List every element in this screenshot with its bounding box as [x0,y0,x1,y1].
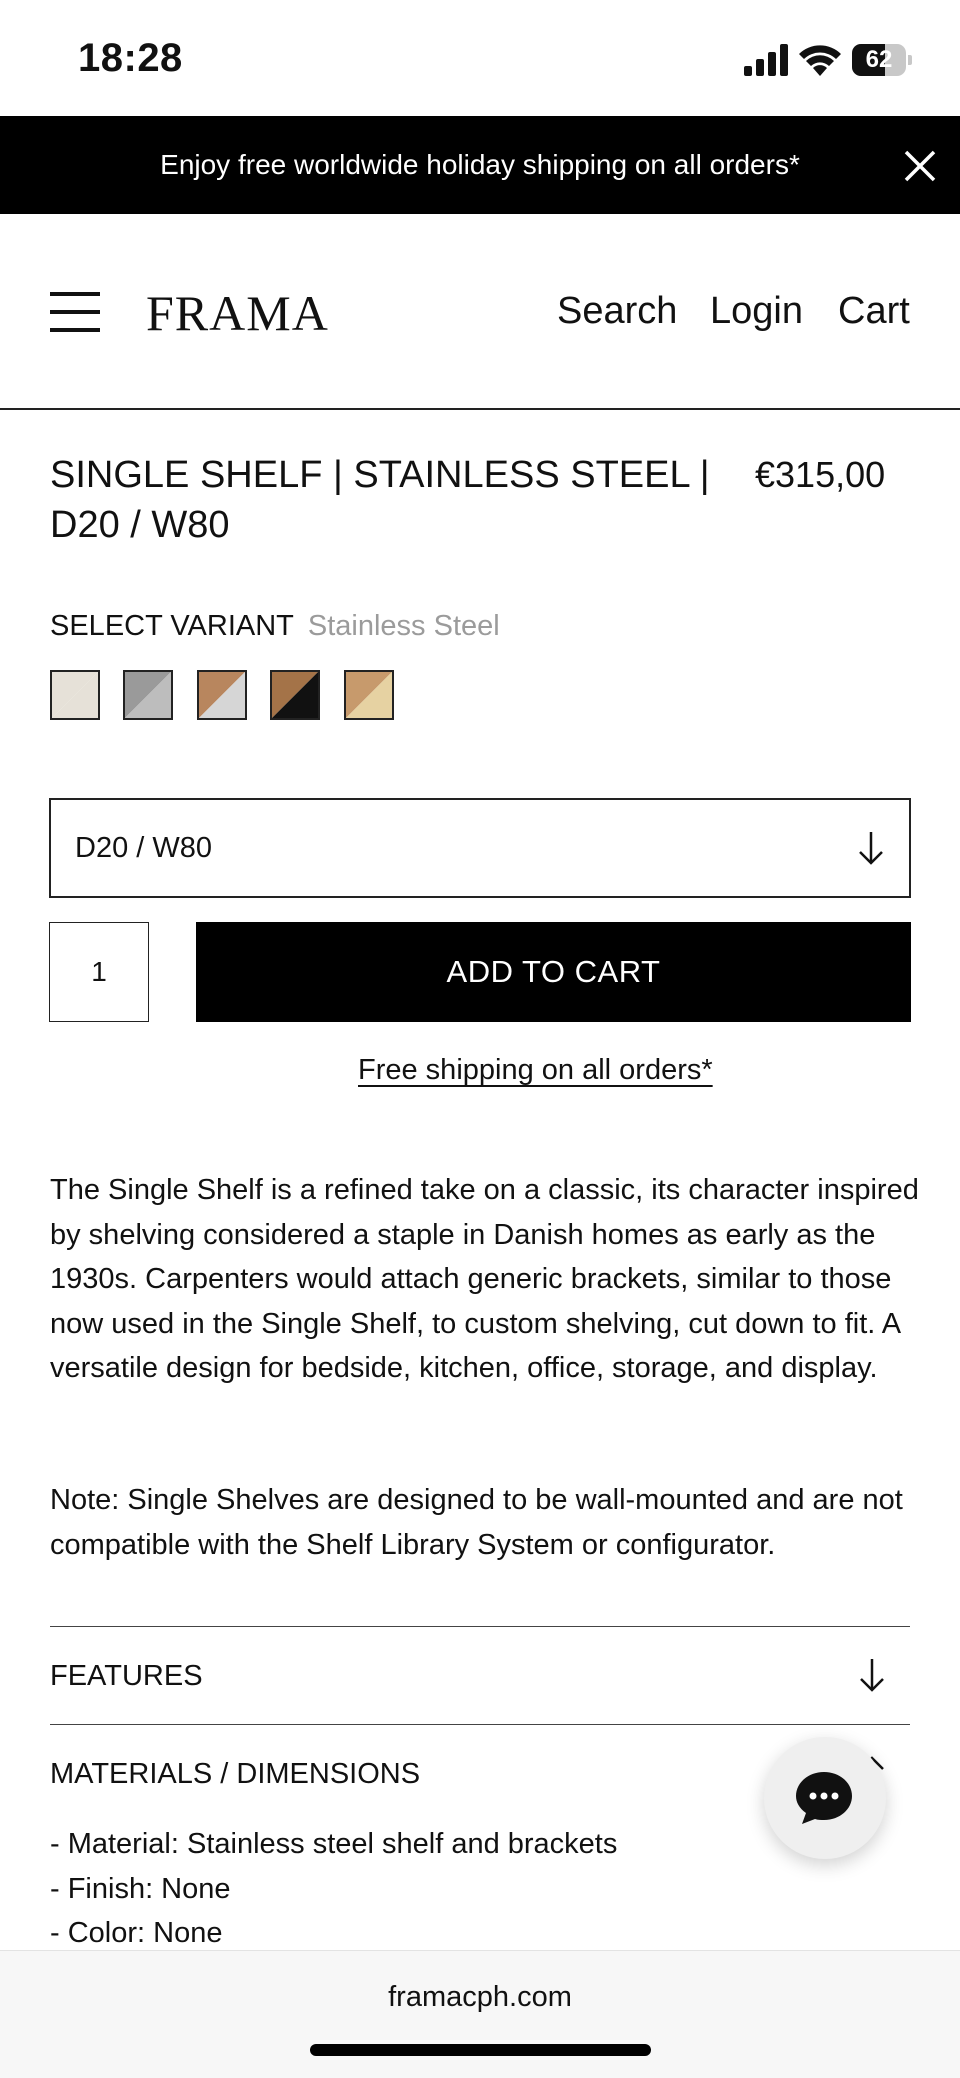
product-title: SINGLE SHELF | STAINLESS STEEL | D20 / W… [50,454,710,546]
promo-banner: Enjoy free worldwide holiday shipping on… [0,116,960,214]
accordion-materials-label: MATERIALS / DIMENSIONS [50,1758,421,1790]
swatch-oak-steel[interactable] [197,670,247,720]
quantity-input[interactable]: 1 [49,922,149,1022]
site-logo[interactable]: FRAMA [146,284,329,342]
battery-percentage: 62 [865,46,893,73]
hamburger-menu-icon[interactable] [50,292,100,332]
chat-button[interactable] [764,1737,886,1859]
arrow-down-icon [859,832,883,865]
site-header: FRAMA Search Login Cart [0,214,960,410]
swatch-light-grey[interactable] [50,670,100,720]
nav-login[interactable]: Login [710,290,803,333]
list-item: - Material: Stainless steel shelf and br… [50,1828,618,1860]
wifi-icon [799,45,841,76]
promo-banner-text: Enjoy free worldwide holiday shipping on… [160,149,800,180]
swatch-oak-black[interactable] [270,670,320,720]
free-shipping-link[interactable]: Free shipping on all orders* [358,1054,713,1087]
accordion-features-label: FEATURES [50,1660,203,1692]
variant-label: SELECT VARIANT [50,610,294,642]
list-item: - Color: None [50,1917,223,1949]
swatch-oak-natural[interactable] [344,670,394,720]
arrow-down-icon [860,1659,884,1692]
variant-selector-label: SELECT VARIANT Stainless Steel [50,610,500,643]
product-price: €315,00 [755,454,886,495]
home-indicator[interactable] [310,2044,651,2056]
variant-value: Stainless Steel [307,610,500,642]
materials-list: - Material: Stainless steel shelf and br… [50,1822,617,1956]
browser-url-bar[interactable]: framacph.com [0,1950,960,2078]
nav-search[interactable]: Search [557,290,677,333]
product-note: Note: Single Shelves are designed to be … [50,1484,903,1561]
accordion-features[interactable]: FEATURES [50,1626,910,1724]
close-icon[interactable] [896,142,944,190]
battery-icon: 62 [852,44,912,76]
size-select-value: D20 / W80 [75,832,212,864]
cellular-signal-icon [744,44,788,76]
nav-cart[interactable]: Cart [838,290,910,333]
swatch-stainless-steel[interactable] [123,670,173,720]
add-to-cart-button[interactable]: ADD TO CART [196,922,911,1022]
list-item: - Finish: None [50,1872,231,1905]
product-description: The Single Shelf is a refined take on a … [50,1174,919,1384]
chat-bubble-icon [796,1772,852,1824]
size-select[interactable]: D20 / W80 [49,798,911,898]
browser-url[interactable]: framacph.com [0,1981,960,2014]
status-bar: 18:28 62 [0,0,960,116]
status-time: 18:28 [78,36,183,80]
